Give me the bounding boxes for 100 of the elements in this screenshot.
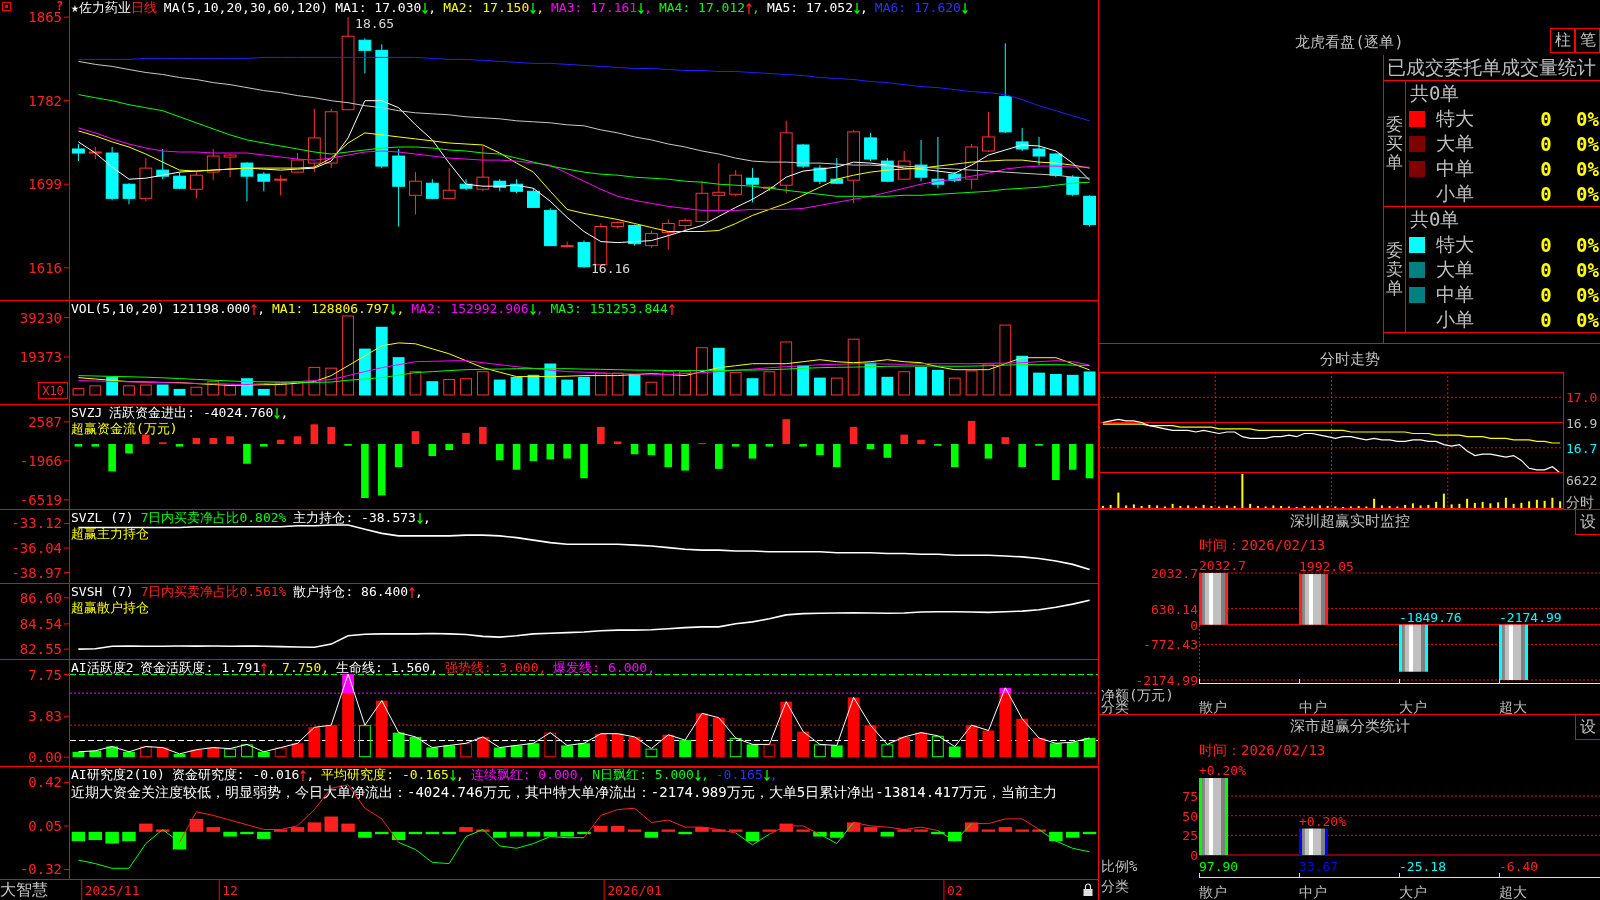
activity-bar bbox=[308, 727, 321, 758]
research-bar bbox=[1032, 829, 1046, 832]
legend-label: 爆发线: 6.000 bbox=[553, 660, 648, 676]
axis-label: 25 bbox=[1182, 828, 1198, 844]
axis-title: 净额(万元) bbox=[1101, 687, 1174, 703]
view-button[interactable]: 柱 bbox=[1550, 28, 1575, 53]
flow-bar bbox=[125, 444, 133, 454]
axis-label: 50 bbox=[1182, 808, 1198, 824]
research-bar bbox=[880, 831, 895, 837]
candlestick bbox=[206, 148, 220, 181]
flow-bar bbox=[495, 444, 504, 461]
axis-label: 86.60 bbox=[19, 589, 62, 606]
volume-bar bbox=[409, 371, 422, 396]
research-bar bbox=[644, 831, 659, 838]
research-bar bbox=[324, 816, 338, 832]
legend-separator: , bbox=[647, 660, 655, 676]
flow-bar bbox=[866, 444, 875, 450]
category-label: 大户 bbox=[1399, 699, 1427, 714]
research-bar bbox=[240, 831, 254, 835]
activity-bar bbox=[123, 751, 135, 758]
axis-label: 3.83 bbox=[28, 708, 62, 725]
candlestick bbox=[240, 161, 254, 202]
candlestick bbox=[476, 145, 490, 192]
legend-label: N日飘红: 5.000 bbox=[592, 767, 694, 783]
legend-separator: , bbox=[455, 767, 464, 783]
axis-label: 17.0 bbox=[1566, 390, 1598, 406]
flow-bar bbox=[715, 444, 723, 469]
square-icon[interactable] bbox=[2, 2, 11, 11]
activity-bar bbox=[106, 746, 119, 758]
activity-bar bbox=[426, 747, 439, 758]
volume-bar bbox=[948, 377, 961, 396]
flow-bar bbox=[462, 432, 470, 445]
flow-bar bbox=[681, 444, 689, 471]
legend-label: MA6: 17.620 bbox=[874, 0, 961, 16]
activity-bar bbox=[241, 744, 253, 758]
research-bar bbox=[391, 831, 406, 841]
axis-label: 7.75 bbox=[28, 666, 62, 683]
activity-bar bbox=[645, 748, 658, 758]
value-label: 1992.05 bbox=[1299, 559, 1354, 575]
candlestick bbox=[695, 180, 709, 222]
axis-label: 82.55 bbox=[19, 641, 62, 658]
volume-bar bbox=[881, 376, 894, 396]
time-label: 时间：2026/02/13 bbox=[1199, 537, 1326, 553]
category-label: 超大 bbox=[1499, 884, 1527, 900]
activity-bar bbox=[527, 743, 540, 758]
research-bar bbox=[981, 829, 996, 832]
flow-bar bbox=[394, 444, 403, 468]
volume-bar bbox=[544, 363, 557, 396]
candlestick bbox=[156, 148, 170, 180]
legend-separator: , bbox=[429, 660, 438, 676]
research-bar bbox=[813, 831, 827, 837]
indicator-name: SVZJ bbox=[71, 405, 103, 421]
flow-bar bbox=[917, 439, 925, 445]
volume-bar bbox=[190, 386, 203, 396]
legend-label: MA4: 17.012 bbox=[658, 0, 746, 16]
view-button[interactable]: 笔 bbox=[1575, 28, 1600, 53]
indicator-caption: 超赢主力持仓 bbox=[71, 526, 149, 542]
axis-label: -772.43 bbox=[1143, 637, 1198, 653]
activity-bar bbox=[797, 731, 809, 758]
volume-bar bbox=[915, 366, 927, 396]
axis-label: 1616 bbox=[28, 259, 62, 276]
research-bar bbox=[627, 829, 642, 832]
volume-bar bbox=[611, 372, 624, 396]
legend-separator: , bbox=[321, 660, 330, 676]
settings-button[interactable]: 设 bbox=[1575, 715, 1600, 740]
candlestick bbox=[813, 164, 827, 185]
indicator-name: SVSH (7) bbox=[71, 584, 134, 600]
volume-bar bbox=[173, 388, 186, 396]
flow-bar bbox=[849, 426, 858, 445]
activity-bar bbox=[460, 743, 472, 758]
research-bar bbox=[543, 831, 558, 837]
share-value: 0% bbox=[1575, 183, 1599, 205]
legend-separator: , bbox=[752, 0, 760, 16]
legend-label: MA2: 152992.906 bbox=[411, 301, 529, 317]
axis-label: 2587 bbox=[28, 413, 62, 430]
time-label: 时间：2026/02/13 bbox=[1199, 742, 1326, 758]
date-label: 2025/11 bbox=[84, 883, 140, 898]
volume-bar bbox=[712, 347, 725, 396]
volume-bar bbox=[898, 371, 911, 396]
count-value: 0 bbox=[1539, 133, 1553, 155]
research-bar bbox=[341, 823, 355, 832]
legend-separator: , bbox=[306, 767, 315, 783]
flow-bar bbox=[664, 444, 673, 468]
candlestick bbox=[358, 37, 372, 74]
research-bar bbox=[560, 831, 574, 837]
research-bar bbox=[728, 829, 743, 832]
flow-bar bbox=[1052, 444, 1060, 480]
axis-label: 16.9 bbox=[1566, 415, 1598, 431]
activity-bar bbox=[274, 747, 287, 758]
order-type-label: 大单 bbox=[1436, 131, 1475, 156]
volume-bar bbox=[510, 376, 523, 396]
research-bar bbox=[712, 829, 726, 832]
candlestick bbox=[948, 171, 962, 183]
activity-bar bbox=[780, 701, 793, 758]
axis-label: 2032.7 bbox=[1151, 566, 1198, 581]
activity-bar bbox=[544, 732, 557, 758]
volume-bar bbox=[426, 381, 439, 396]
activity-bar bbox=[594, 733, 607, 758]
axis-label: 1699 bbox=[28, 176, 62, 193]
settings-button[interactable]: 设 bbox=[1575, 510, 1600, 535]
